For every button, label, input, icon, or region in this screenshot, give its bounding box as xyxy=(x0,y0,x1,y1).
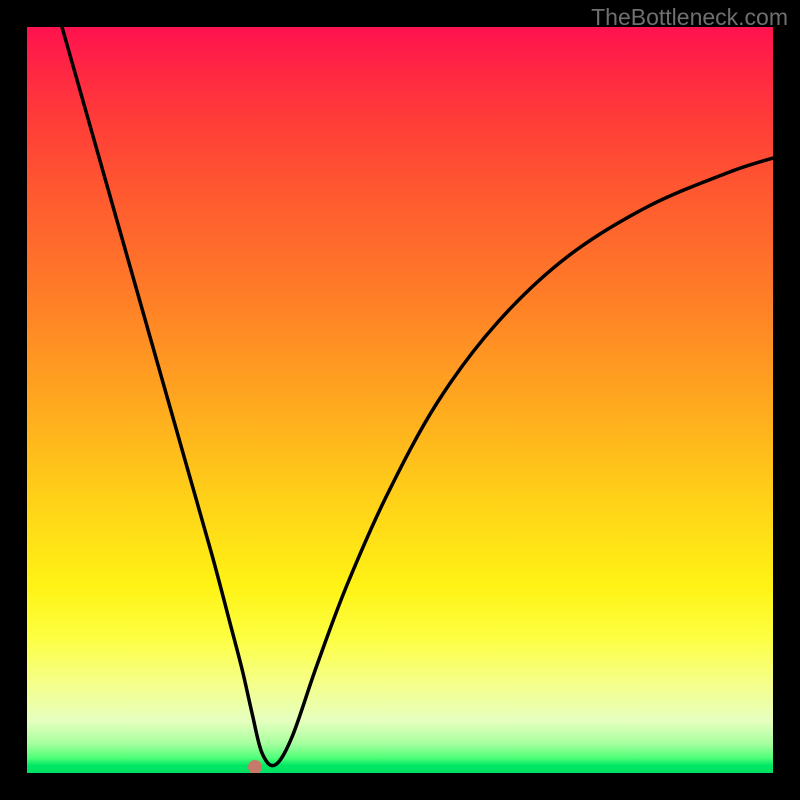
watermark: TheBottleneck.com xyxy=(591,4,788,31)
plot-area xyxy=(27,27,773,773)
gradient-background xyxy=(27,27,773,773)
chart-frame: TheBottleneck.com xyxy=(0,0,800,800)
